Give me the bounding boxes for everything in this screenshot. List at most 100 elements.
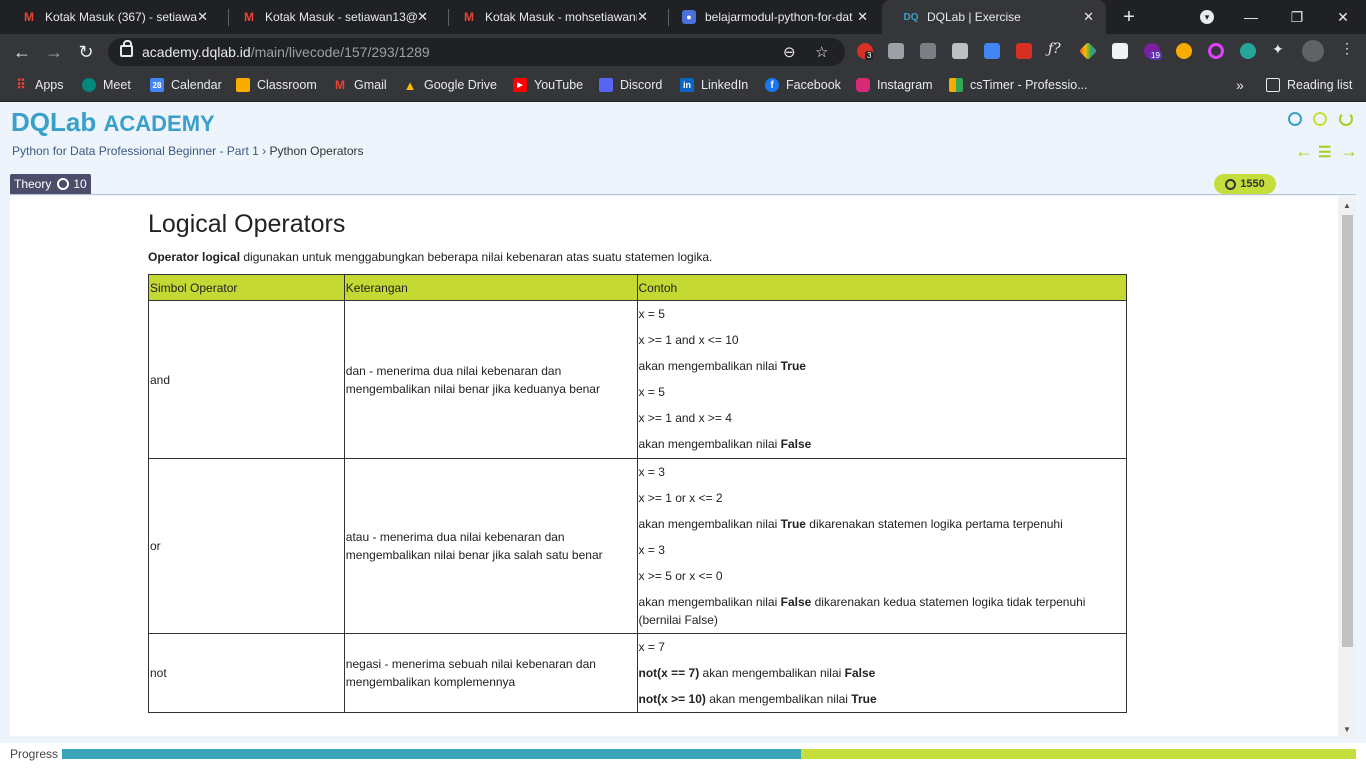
reading-list-icon [1266, 78, 1280, 92]
bookmark-facebook[interactable]: f Facebook [765, 77, 841, 93]
dqlab-logo[interactable]: DQLab ACADEMY [11, 107, 215, 138]
content-scrollbar[interactable]: ▲ ▼ [1339, 198, 1356, 738]
bookmark-classroom[interactable]: Classroom [236, 77, 317, 93]
bookmark-meet[interactable]: Meet [82, 77, 131, 93]
operator-example: x = 7 not(x == 7) akan mengembalikan nil… [636, 633, 1128, 713]
info-icon[interactable] [1313, 112, 1327, 126]
bookmark-gmail[interactable]: M Gmail [333, 77, 387, 93]
breadcrumb-current: Python Operators [269, 144, 364, 158]
classroom-icon: ● [682, 10, 696, 24]
bookmark-linkedin[interactable]: in LinkedIn [680, 77, 748, 93]
minimize-icon[interactable]: — [1228, 0, 1274, 34]
progress-label: Progress [10, 747, 59, 761]
operator-symbol: not [148, 633, 345, 713]
forward-icon[interactable]: → [42, 40, 66, 64]
progress-fill [62, 749, 801, 759]
bookmark-star-icon[interactable]: ☆ [815, 43, 828, 61]
formula-icon[interactable]: ƒ? [1048, 41, 1064, 57]
scroll-up-icon[interactable]: ▲ [1343, 201, 1351, 210]
tab-search-icon[interactable]: ▾ [1184, 0, 1230, 34]
bookmarks-overflow-icon[interactable]: » [1236, 77, 1244, 93]
scroll-down-icon[interactable]: ▼ [1343, 725, 1351, 734]
browser-tab[interactable]: M Kotak Masuk (367) - setiawan ✕ [0, 0, 220, 34]
extension-icon[interactable] [920, 43, 936, 59]
translate-icon[interactable] [984, 43, 1000, 59]
operator-example: x = 3 x >= 1 or x <= 2 akan mengembalika… [636, 458, 1128, 634]
browser-tab[interactable]: M Kotak Masuk - setiawan13@ ✕ [220, 0, 440, 34]
dqlab-icon: DQ [903, 11, 919, 23]
tab-title: belajarmodul-python-for-dat [705, 10, 853, 24]
close-icon[interactable]: ✕ [197, 9, 208, 25]
extension-icon[interactable] [1240, 43, 1256, 59]
window-close-icon[interactable]: ✕ [1320, 0, 1366, 34]
tab-title: Kotak Masuk (367) - setiawan [45, 10, 197, 24]
lesson-title: Logical Operators [148, 210, 346, 238]
extension-icon[interactable] [888, 43, 904, 59]
extension-icon[interactable]: 3 [857, 43, 874, 60]
browser-tab[interactable]: ● belajarmodul-python-for-dat ✕ [660, 0, 880, 34]
bookmark-youtube[interactable]: ▶ YouTube [513, 77, 583, 93]
progress-track [62, 749, 1356, 759]
operator-description: dan - menerima dua nilai kebenaran dan m… [343, 300, 638, 459]
gmail-icon: M [244, 10, 254, 24]
linkedin-icon: in [680, 78, 694, 92]
operator-description: atau - menerima dua nilai kebenaran dan … [343, 458, 638, 634]
medal-icon [1225, 178, 1237, 190]
address-bar[interactable]: academy.dqlab.id/main/livecode/157/293/1… [108, 38, 845, 66]
bookmark-google-drive[interactable]: ▲ Google Drive [403, 77, 497, 93]
instagram-icon [856, 78, 870, 92]
apps-grid-icon: ⠿ [16, 77, 26, 92]
browser-menu-icon[interactable]: ⋮ [1340, 40, 1356, 56]
scrollbar-thumb[interactable] [1342, 215, 1353, 647]
reading-list-button[interactable]: Reading list [1266, 77, 1352, 93]
extension-icon[interactable] [1176, 43, 1192, 59]
color-picker-icon[interactable] [1078, 41, 1098, 61]
prev-arrow-icon[interactable]: ← [1295, 141, 1313, 162]
profile-icon[interactable] [1288, 112, 1302, 126]
tab-title: Kotak Masuk - setiawan13@ [265, 10, 417, 24]
list-icon[interactable]: ☰ [1318, 143, 1331, 161]
close-icon[interactable]: ✕ [637, 9, 648, 25]
meet-icon [82, 78, 96, 92]
breadcrumb-course[interactable]: Python for Data Professional Beginner - … [12, 144, 259, 158]
browser-tab-strip: M Kotak Masuk (367) - setiawan ✕ M Kotak… [0, 0, 1366, 34]
close-icon[interactable]: ✕ [1083, 9, 1094, 25]
bookmark-cstimer[interactable]: csTimer - Professio... [949, 77, 1088, 93]
zoom-icon[interactable]: ⊖ [783, 43, 796, 61]
discord-icon [599, 78, 613, 92]
extension-icon[interactable] [1208, 43, 1224, 59]
extension-icon[interactable] [952, 43, 968, 59]
close-icon[interactable]: ✕ [417, 9, 428, 25]
bookmark-apps[interactable]: ⠿ Apps [14, 77, 63, 93]
browser-tab[interactable]: M Kotak Masuk - mohsetiawann ✕ [440, 0, 660, 34]
youtube-icon: ▶ [513, 78, 527, 92]
browser-toolbar: ← → ↻ academy.dqlab.id/main/livecode/157… [0, 34, 1366, 69]
restore-icon[interactable]: ❐ [1274, 0, 1320, 34]
power-icon[interactable] [1339, 112, 1353, 126]
bookmark-calendar[interactable]: 28 Calendar [150, 77, 222, 93]
extension-icon[interactable]: 19 [1144, 43, 1162, 60]
gmail-icon: M [464, 10, 474, 24]
close-icon[interactable]: ✕ [857, 9, 868, 25]
extension-icon[interactable] [1016, 43, 1032, 59]
new-tab-button[interactable]: + [1106, 0, 1152, 34]
theory-tab[interactable]: Theory 10 [10, 174, 91, 194]
bookmark-instagram[interactable]: Instagram [856, 77, 933, 93]
browser-tab-active[interactable]: DQ DQLab | Exercise ✕ [882, 0, 1106, 34]
tab-title: DQLab | Exercise [927, 10, 1021, 24]
extensions-puzzle-icon[interactable]: ✦ [1272, 41, 1288, 57]
extension-icon[interactable] [1112, 43, 1128, 59]
bookmark-discord[interactable]: Discord [599, 77, 662, 93]
reload-icon[interactable]: ↻ [74, 40, 98, 64]
profile-avatar[interactable] [1302, 40, 1324, 62]
lock-icon [120, 40, 133, 57]
table-row: not negasi - menerima sebuah nilai keben… [148, 633, 1128, 713]
bookmarks-bar: ⠿ Apps Meet 28 Calendar Classroom M Gmail ▲… [0, 69, 1366, 102]
table-row: or atau - menerima dua nilai kebenaran d… [148, 458, 1128, 634]
next-arrow-icon[interactable]: → [1340, 141, 1358, 162]
back-icon[interactable]: ← [10, 40, 34, 64]
tab-title: Kotak Masuk - mohsetiawann [485, 10, 637, 24]
cstimer-icon [949, 78, 963, 92]
calendar-icon: 28 [150, 78, 164, 92]
url-text: academy.dqlab.id/main/livecode/157/293/1… [142, 44, 430, 60]
